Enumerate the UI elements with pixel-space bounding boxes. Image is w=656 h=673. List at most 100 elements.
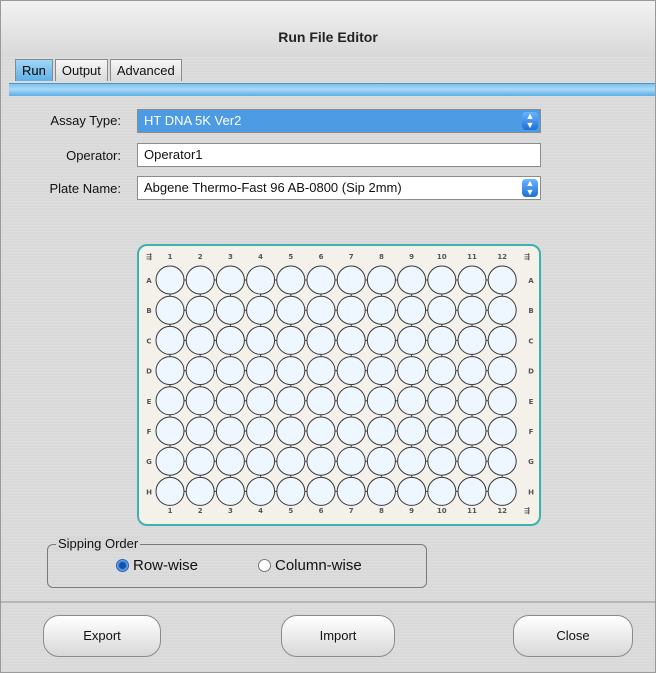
well-A9[interactable]: [397, 265, 427, 295]
well-A1[interactable]: [155, 265, 185, 295]
export-button[interactable]: Export: [43, 615, 161, 657]
well-D7[interactable]: [336, 356, 366, 386]
well-B2[interactable]: [185, 295, 215, 325]
well-H2[interactable]: [185, 476, 215, 506]
close-button[interactable]: Close: [513, 615, 633, 657]
well-C10[interactable]: [427, 325, 457, 355]
well-G9[interactable]: [397, 446, 427, 476]
well-H6[interactable]: [306, 476, 336, 506]
row-wise-radio[interactable]: Row-wise: [116, 557, 198, 574]
tab-advanced[interactable]: Advanced: [109, 59, 182, 81]
well-E2[interactable]: [185, 386, 215, 416]
select-arrows-icon[interactable]: ▲ ▼: [522, 179, 538, 197]
well-E6[interactable]: [306, 386, 336, 416]
well-E12[interactable]: [487, 386, 517, 416]
well-E9[interactable]: [397, 386, 427, 416]
well-E11[interactable]: [457, 386, 487, 416]
well-G7[interactable]: [336, 446, 366, 476]
well-F5[interactable]: [276, 416, 306, 446]
well-B10[interactable]: [427, 295, 457, 325]
well-F9[interactable]: [397, 416, 427, 446]
well-H11[interactable]: [457, 476, 487, 506]
well-F7[interactable]: [336, 416, 366, 446]
well-C9[interactable]: [397, 325, 427, 355]
well-C7[interactable]: [336, 325, 366, 355]
operator-field[interactable]: Operator1: [137, 143, 541, 167]
tab-run[interactable]: Run: [15, 59, 53, 81]
well-E4[interactable]: [246, 386, 276, 416]
well-H8[interactable]: [366, 476, 396, 506]
well-G2[interactable]: [185, 446, 215, 476]
well-A4[interactable]: [246, 265, 276, 295]
well-G6[interactable]: [306, 446, 336, 476]
well-D5[interactable]: [276, 356, 306, 386]
well-B6[interactable]: [306, 295, 336, 325]
assay-type-select[interactable]: HT DNA 5K Ver2 ▲ ▼: [137, 109, 541, 133]
well-A10[interactable]: [427, 265, 457, 295]
well-B8[interactable]: [366, 295, 396, 325]
well-F1[interactable]: [155, 416, 185, 446]
well-D9[interactable]: [397, 356, 427, 386]
well-E1[interactable]: [155, 386, 185, 416]
well-C3[interactable]: [215, 325, 245, 355]
well-B7[interactable]: [336, 295, 366, 325]
plate-wells-svg[interactable]: ⇶ ⇶⇶112233445566778899101011111212A AB BC CD…: [139, 246, 539, 524]
well-G10[interactable]: [427, 446, 457, 476]
select-arrows-icon[interactable]: ▲ ▼: [522, 112, 538, 130]
well-F11[interactable]: [457, 416, 487, 446]
well-F2[interactable]: [185, 416, 215, 446]
well-H9[interactable]: [397, 476, 427, 506]
well-A6[interactable]: [306, 265, 336, 295]
well-C4[interactable]: [246, 325, 276, 355]
well-G12[interactable]: [487, 446, 517, 476]
well-G11[interactable]: [457, 446, 487, 476]
well-H12[interactable]: [487, 476, 517, 506]
well-B3[interactable]: [215, 295, 245, 325]
well-D10[interactable]: [427, 356, 457, 386]
well-C5[interactable]: [276, 325, 306, 355]
well-B9[interactable]: [397, 295, 427, 325]
well-H4[interactable]: [246, 476, 276, 506]
well-F12[interactable]: [487, 416, 517, 446]
well-F6[interactable]: [306, 416, 336, 446]
well-F8[interactable]: [366, 416, 396, 446]
well-D11[interactable]: [457, 356, 487, 386]
plate-map[interactable]: ⇶ ⇶ ⇶ 1 1 2 2 3 3 4 4 5 5 6 6 7 7 8 8 9 9 10 10 11 11 12 12 A A B B C C D…: [137, 244, 541, 526]
well-A3[interactable]: [215, 265, 245, 295]
well-F10[interactable]: [427, 416, 457, 446]
well-D4[interactable]: [246, 356, 276, 386]
well-H10[interactable]: [427, 476, 457, 506]
well-H1[interactable]: [155, 476, 185, 506]
well-H7[interactable]: [336, 476, 366, 506]
well-G5[interactable]: [276, 446, 306, 476]
well-B11[interactable]: [457, 295, 487, 325]
well-G3[interactable]: [215, 446, 245, 476]
well-B4[interactable]: [246, 295, 276, 325]
well-C6[interactable]: [306, 325, 336, 355]
import-button[interactable]: Import: [281, 615, 395, 657]
well-C11[interactable]: [457, 325, 487, 355]
tab-output[interactable]: Output: [54, 59, 108, 81]
well-F3[interactable]: [215, 416, 245, 446]
well-H3[interactable]: [215, 476, 245, 506]
well-A7[interactable]: [336, 265, 366, 295]
well-C8[interactable]: [366, 325, 396, 355]
well-B5[interactable]: [276, 295, 306, 325]
well-C2[interactable]: [185, 325, 215, 355]
well-A2[interactable]: [185, 265, 215, 295]
well-C12[interactable]: [487, 325, 517, 355]
well-H5[interactable]: [276, 476, 306, 506]
well-F4[interactable]: [246, 416, 276, 446]
well-D3[interactable]: [215, 356, 245, 386]
well-D6[interactable]: [306, 356, 336, 386]
well-A11[interactable]: [457, 265, 487, 295]
well-C1[interactable]: [155, 325, 185, 355]
plate-name-select[interactable]: Abgene Thermo-Fast 96 AB-0800 (Sip 2mm) …: [137, 176, 541, 200]
column-wise-radio[interactable]: Column-wise: [258, 557, 362, 574]
well-E5[interactable]: [276, 386, 306, 416]
well-B12[interactable]: [487, 295, 517, 325]
well-D2[interactable]: [185, 356, 215, 386]
well-D1[interactable]: [155, 356, 185, 386]
well-G4[interactable]: [246, 446, 276, 476]
well-B1[interactable]: [155, 295, 185, 325]
